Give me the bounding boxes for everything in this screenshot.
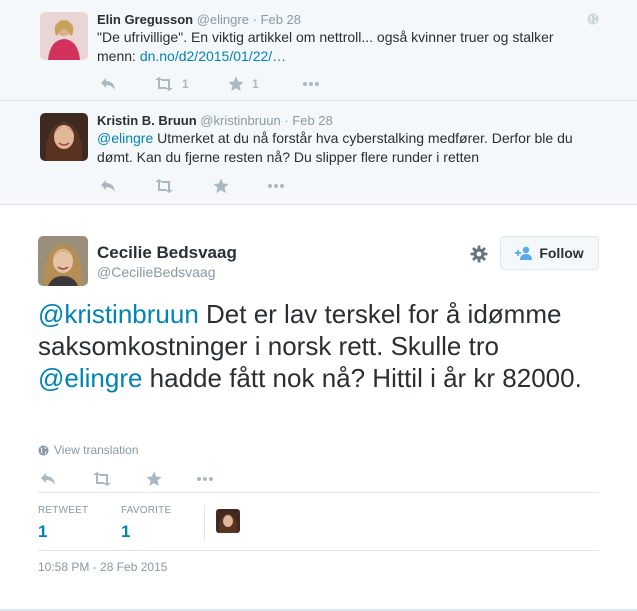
main-tweet: Cecilie Bedsvaag @CecilieBedsvaag Follow… [0, 205, 637, 611]
divider [38, 550, 599, 551]
tweet-text-line: "De ufrivillige". En viktig artikkel om … [97, 29, 554, 45]
retweet-stat-label: RETWEET [38, 505, 89, 516]
favorite-stat[interactable]: FAVORITE 1 [121, 505, 171, 542]
reply-icon [41, 473, 55, 485]
author-handle[interactable]: @CecilieBedsvaag [97, 264, 216, 280]
article-link[interactable]: dn.no/d2/2015/01/22/… [140, 48, 286, 64]
author-name[interactable]: Elin Gregusson [97, 12, 193, 27]
retweet-button[interactable] [92, 471, 112, 487]
mention-link[interactable]: @kristinbruun [38, 299, 199, 329]
star-icon [228, 76, 244, 91]
tweet-text-part: hadde fått nok nå? Hittil i år kr 82000. [142, 363, 582, 393]
author-name[interactable]: Kristin B. Bruun [97, 113, 197, 128]
mention-link[interactable]: @elingre [97, 130, 153, 146]
follow-button[interactable]: Follow [500, 236, 599, 270]
more-icon [268, 184, 284, 188]
avatar[interactable] [40, 12, 88, 60]
star-icon [146, 471, 162, 486]
favorite-count: 1 [252, 77, 259, 91]
reply-icon [101, 180, 115, 192]
retweet-stat[interactable]: RETWEET 1 [38, 505, 88, 542]
reply-button[interactable] [100, 178, 116, 194]
gear-icon[interactable] [470, 245, 488, 263]
author-name[interactable]: Cecilie Bedsvaag [97, 243, 237, 263]
divider [38, 492, 599, 493]
view-translation-label: View translation [54, 443, 139, 457]
retweet-count: 1 [182, 77, 189, 91]
avatar[interactable] [38, 236, 88, 286]
retweet-button[interactable]: 1 [154, 76, 189, 92]
more-icon [303, 82, 319, 86]
reply-tweet-kristin[interactable]: Kristin B. Bruun @kristinbruun · Feb 28 … [0, 101, 637, 205]
add-user-icon [515, 246, 533, 260]
star-icon [213, 178, 229, 193]
retweet-button[interactable] [154, 178, 174, 194]
tweet-text-line: menn: [97, 48, 140, 64]
tweet-text: "De ufrivillige". En viktig artikkel om … [97, 28, 577, 66]
favorite-stat-label: FAVORITE [121, 505, 172, 516]
follow-label: Follow [539, 245, 584, 261]
more-icon [197, 477, 213, 481]
retweet-stat-value: 1 [38, 522, 48, 541]
separator: · [284, 113, 289, 128]
retweet-icon [93, 472, 111, 486]
tweet-date[interactable]: Feb 28 [292, 113, 332, 128]
tweet-date[interactable]: Feb 28 [261, 12, 301, 27]
author-handle[interactable]: @elingre [197, 12, 249, 27]
reply-header: Elin Gregusson @elingre · Feb 28 [97, 12, 301, 27]
author-handle[interactable]: @kristinbruun [200, 113, 280, 128]
retweet-icon [155, 77, 173, 91]
separator: · [252, 12, 257, 27]
retweet-icon [155, 179, 173, 193]
tweet-timestamp[interactable]: 10:58 PM - 28 Feb 2015 [38, 560, 167, 574]
tweet-text: @elingre Utmerket at du nå forstår hva c… [97, 129, 597, 167]
more-button[interactable] [302, 76, 320, 92]
favorite-stat-value: 1 [121, 522, 131, 541]
more-button[interactable] [267, 178, 285, 194]
reply-button[interactable] [100, 76, 116, 92]
reply-icon [101, 78, 115, 90]
divider [204, 505, 205, 541]
favorite-button[interactable]: 1 [228, 76, 259, 92]
globe-icon [587, 13, 599, 25]
reply-header: Kristin B. Bruun @kristinbruun · Feb 28 [97, 113, 333, 128]
avatar[interactable] [40, 113, 88, 161]
globe-icon [38, 444, 49, 456]
mention-link[interactable]: @elingre [38, 363, 142, 393]
view-translation-link[interactable]: View translation [38, 443, 139, 457]
more-button[interactable] [196, 471, 214, 487]
tweet-text-line: dømt. Kan du fjerne resten nå? Du slippe… [97, 149, 480, 165]
tweet-text-line: Utmerket at du nå forstår hva cyberstalk… [153, 130, 573, 146]
reply-button[interactable] [40, 471, 56, 487]
tweet-text: @kristinbruun Det er lav terskel for å i… [38, 298, 608, 394]
avatar[interactable] [216, 509, 240, 533]
favorite-button[interactable] [213, 178, 229, 194]
favorite-button[interactable] [146, 471, 162, 487]
reply-tweet-elin[interactable]: Elin Gregusson @elingre · Feb 28 "De ufr… [0, 0, 637, 101]
